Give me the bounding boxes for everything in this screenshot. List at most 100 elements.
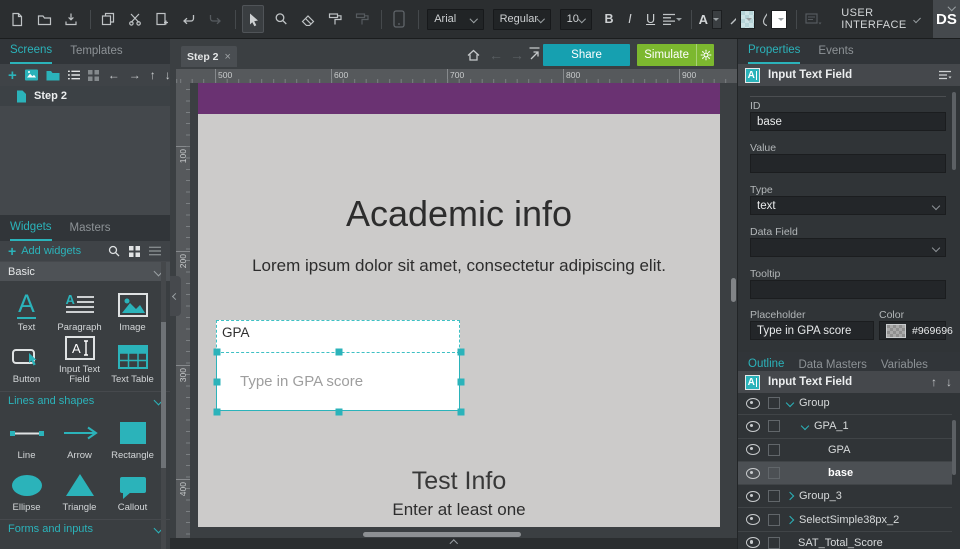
tab-templates[interactable]: Templates bbox=[70, 40, 122, 63]
chevron-down-icon[interactable] bbox=[785, 398, 795, 408]
visibility-eye-icon[interactable] bbox=[746, 490, 760, 502]
nav-back-icon[interactable]: ← bbox=[108, 68, 120, 82]
list-view-icon[interactable] bbox=[67, 70, 80, 80]
export-screen-icon[interactable] bbox=[527, 46, 542, 63]
nav-forward-icon[interactable]: → bbox=[129, 68, 141, 82]
visibility-eye-icon[interactable] bbox=[746, 514, 760, 526]
screen-item-step2[interactable]: Step 2 bbox=[0, 86, 170, 106]
widgets-list-view-icon[interactable] bbox=[149, 246, 161, 256]
page-heading[interactable]: Academic info bbox=[198, 193, 720, 235]
tab-masters[interactable]: Masters bbox=[70, 217, 111, 240]
gpa-input-field[interactable]: Type in GPA score bbox=[216, 352, 460, 411]
widget-section-header[interactable]: Lines and shapes bbox=[0, 391, 170, 409]
outline-row-Group_3[interactable]: Group_3 bbox=[738, 485, 952, 509]
zoom-icon[interactable] bbox=[271, 6, 291, 32]
tab-properties[interactable]: Properties bbox=[748, 39, 801, 64]
placeholder-input[interactable]: Type in GPA score bbox=[750, 321, 874, 340]
properties-menu-icon[interactable] bbox=[938, 70, 952, 80]
widget-paragraph[interactable]: A Paragraph bbox=[53, 283, 106, 335]
move-down-icon[interactable]: ↓ bbox=[946, 375, 952, 389]
tab-widgets[interactable]: Widgets bbox=[10, 216, 52, 241]
chevron-right-icon[interactable] bbox=[785, 492, 795, 501]
widget-text-table[interactable]: Text Table bbox=[106, 335, 159, 387]
screens-list-area[interactable] bbox=[0, 106, 170, 215]
chevron-right-icon[interactable] bbox=[785, 515, 795, 524]
type-select[interactable]: text bbox=[750, 196, 946, 215]
select-checkbox[interactable] bbox=[768, 397, 780, 410]
widget-input-text-field[interactable]: A Input Text Field bbox=[53, 335, 106, 387]
widget-image[interactable]: Image bbox=[106, 283, 159, 335]
selection-handle[interactable] bbox=[335, 348, 343, 356]
outline-row-SAT_Total_Score[interactable]: SAT_Total_Score bbox=[738, 532, 952, 549]
prototype-page[interactable]: Academic info Lorem ipsum dolor sit amet… bbox=[198, 83, 720, 527]
canvas-tab-step2[interactable]: Step 2 × bbox=[181, 46, 237, 67]
widget-section-header[interactable]: Forms and inputs bbox=[0, 519, 170, 537]
nav-forward-icon[interactable]: → bbox=[510, 48, 524, 62]
sidebar-collapse-handle[interactable] bbox=[170, 276, 181, 316]
visibility-eye-icon[interactable] bbox=[746, 467, 760, 479]
selection-handle[interactable] bbox=[213, 408, 221, 416]
tab-events[interactable]: Events bbox=[818, 40, 853, 63]
widget-line[interactable]: Line bbox=[0, 411, 53, 463]
outline-row-Group[interactable]: Group bbox=[738, 392, 952, 416]
share-button[interactable]: Share bbox=[543, 44, 630, 66]
selection-handle[interactable] bbox=[335, 408, 343, 416]
add-widgets-label[interactable]: Add widgets bbox=[21, 245, 108, 257]
widget-text[interactable]: A Text bbox=[0, 283, 53, 335]
properties-scrollbar-thumb[interactable] bbox=[952, 92, 956, 170]
widgets-scrollbar[interactable] bbox=[161, 262, 166, 549]
paint-roller-icon[interactable] bbox=[325, 6, 345, 32]
text-color-button[interactable]: A bbox=[699, 6, 723, 32]
border-color-button[interactable] bbox=[729, 6, 756, 32]
import-icon[interactable] bbox=[61, 6, 81, 32]
add-folder-icon[interactable] bbox=[46, 70, 60, 81]
library-icon[interactable] bbox=[803, 6, 823, 32]
fill-color-swatch[interactable] bbox=[771, 9, 787, 29]
duplicate-icon[interactable] bbox=[98, 6, 118, 32]
undo-icon[interactable] bbox=[179, 6, 199, 32]
page-header-bar[interactable] bbox=[198, 83, 720, 114]
widget-section-header[interactable]: Basic bbox=[0, 261, 170, 281]
widget-rectangle[interactable]: Rectangle bbox=[106, 411, 159, 463]
font-size-select[interactable]: 10 bbox=[559, 8, 592, 30]
widgets-grid-view-icon[interactable] bbox=[129, 245, 140, 257]
bottom-panel-toggle[interactable] bbox=[170, 538, 737, 549]
data-field-select[interactable] bbox=[750, 238, 946, 257]
search-icon[interactable] bbox=[108, 245, 120, 257]
outline-scrollbar-thumb[interactable] bbox=[952, 420, 956, 475]
color-input[interactable]: #969696 bbox=[879, 321, 953, 340]
nav-up-icon[interactable]: ↑ bbox=[150, 68, 156, 82]
widget-triangle[interactable]: Triangle bbox=[53, 463, 106, 515]
move-up-icon[interactable]: ↑ bbox=[931, 375, 937, 389]
chevron-down-icon[interactable] bbox=[800, 422, 810, 431]
add-image-screen-icon[interactable] bbox=[24, 69, 38, 81]
gpa-widget-group[interactable]: GPA Type in GPA score bbox=[213, 320, 465, 416]
add-widgets-plus-icon[interactable]: + bbox=[8, 243, 16, 259]
id-input[interactable]: base bbox=[750, 112, 946, 131]
value-input[interactable] bbox=[750, 154, 946, 173]
redo-icon[interactable] bbox=[206, 6, 226, 32]
select-checkbox[interactable] bbox=[768, 443, 780, 456]
page-subheading[interactable]: Lorem ipsum dolor sit amet, consectetur … bbox=[198, 256, 720, 276]
home-icon[interactable] bbox=[466, 48, 481, 64]
color-swatch[interactable] bbox=[886, 323, 906, 338]
paste-icon[interactable] bbox=[152, 6, 172, 32]
grid-view-icon[interactable] bbox=[87, 69, 99, 81]
underline-button[interactable]: U bbox=[646, 12, 655, 26]
visibility-eye-icon[interactable] bbox=[746, 397, 760, 409]
outline-row-SelectSimple38px_2[interactable]: SelectSimple38px_2 bbox=[738, 508, 952, 532]
scrollbar-thumb[interactable] bbox=[161, 322, 166, 468]
open-folder-icon[interactable] bbox=[34, 6, 54, 32]
add-screen-button[interactable]: + bbox=[8, 67, 17, 84]
bold-button[interactable]: B bbox=[605, 12, 614, 26]
select-cursor-icon[interactable] bbox=[242, 5, 265, 33]
widget-arrow[interactable]: Arrow bbox=[53, 411, 106, 463]
workspace-select[interactable]: USER INTERFACE bbox=[841, 7, 906, 31]
gpa-label[interactable]: GPA bbox=[222, 325, 250, 340]
page-subheading-2[interactable]: Enter at least one bbox=[198, 500, 720, 520]
select-checkbox[interactable] bbox=[768, 513, 780, 526]
widget-ellipse[interactable]: Ellipse bbox=[0, 463, 53, 515]
selection-handle[interactable] bbox=[457, 408, 465, 416]
select-checkbox[interactable] bbox=[768, 490, 780, 503]
visibility-eye-icon[interactable] bbox=[746, 420, 760, 432]
